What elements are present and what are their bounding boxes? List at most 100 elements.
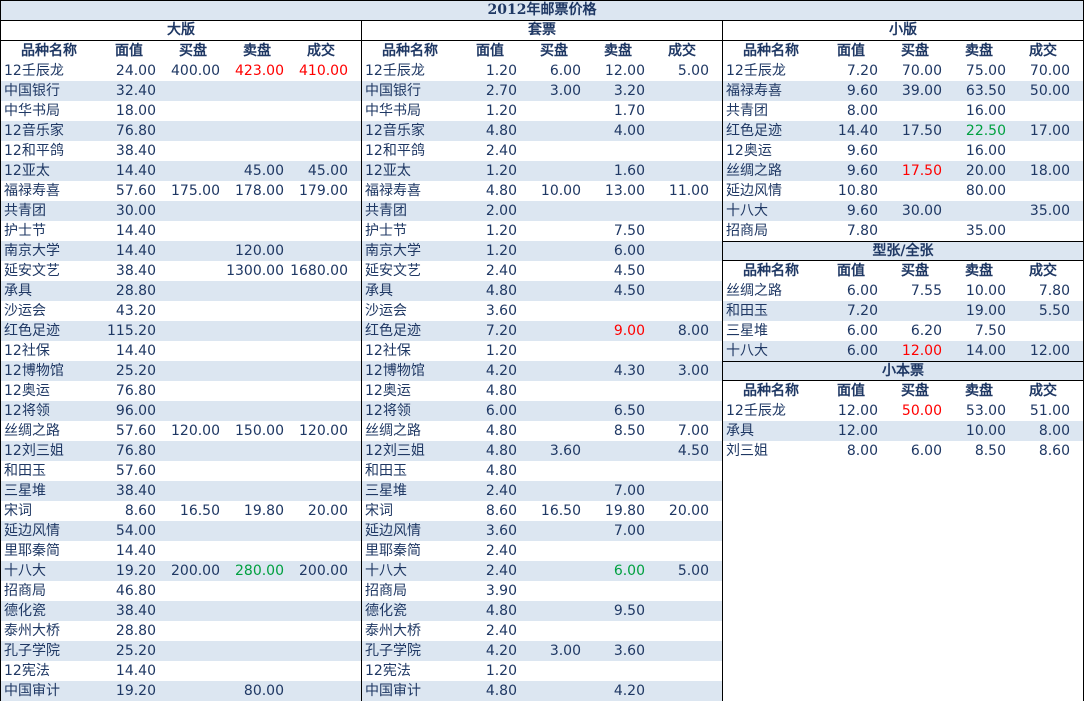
cell-name: 丝绸之路 bbox=[365, 423, 421, 439]
cell-name: 12社保 bbox=[365, 343, 411, 359]
table-row: 承具 4.80 4.50 bbox=[362, 281, 722, 301]
cell-face-value: 14.40 bbox=[115, 663, 156, 679]
cell-bid bbox=[522, 361, 586, 381]
table-row: 护士节 1.20 7.50 bbox=[362, 221, 722, 241]
cell-name: 中国银行 bbox=[365, 83, 421, 99]
cell-deal bbox=[1011, 321, 1075, 341]
cell-name: 福禄寿喜 bbox=[4, 183, 60, 199]
section-title-set-stamps: 套票 bbox=[362, 21, 722, 41]
cell-deal bbox=[289, 281, 353, 301]
table-row: 12壬辰龙 7.20 70.00 75.00 70.00 bbox=[723, 61, 1083, 81]
cell-deal bbox=[289, 121, 353, 141]
cell-ask bbox=[586, 381, 650, 401]
cell-name: 12博物馆 bbox=[365, 363, 425, 379]
cell-ask: 6.00 bbox=[613, 243, 645, 259]
table-row: 红色足迹 7.20 9.00 8.00 bbox=[362, 321, 722, 341]
cell-name: 沙运会 bbox=[4, 303, 46, 319]
cell-ask: 12.00 bbox=[604, 63, 645, 79]
cell-name: 泰州大桥 bbox=[4, 623, 60, 639]
cell-face-value: 14.40 bbox=[115, 243, 156, 259]
cell-face-value: 76.80 bbox=[115, 123, 156, 139]
cell-name: 丝绸之路 bbox=[726, 163, 782, 179]
column-header: 买盘 bbox=[179, 43, 207, 59]
cell-name: 承具 bbox=[365, 283, 393, 299]
cell-ask bbox=[586, 661, 650, 681]
cell-name: 12将领 bbox=[365, 403, 411, 419]
cell-name: 12壬辰龙 bbox=[365, 63, 425, 79]
cell-face-value: 3.90 bbox=[485, 583, 517, 599]
cell-deal: 20.00 bbox=[668, 503, 709, 519]
cell-ask bbox=[225, 441, 289, 461]
cell-bid bbox=[522, 461, 586, 481]
cell-ask: 80.00 bbox=[243, 683, 284, 699]
cell-name: 三星堆 bbox=[726, 323, 768, 339]
cell-deal: 17.00 bbox=[1029, 123, 1070, 139]
table-row: 共青团 2.00 bbox=[362, 201, 722, 221]
cell-bid: 16.50 bbox=[540, 503, 581, 519]
cell-bid bbox=[522, 561, 586, 581]
cell-bid bbox=[161, 321, 225, 341]
table-row: 招商局 3.90 bbox=[362, 581, 722, 601]
cell-bid bbox=[522, 241, 586, 261]
table-row: 丝绸之路 4.80 8.50 7.00 bbox=[362, 421, 722, 441]
cell-ask: 80.00 bbox=[965, 183, 1006, 199]
cell-ask: 16.00 bbox=[965, 143, 1006, 159]
cell-face-value: 2.40 bbox=[485, 263, 517, 279]
cell-name: 招商局 bbox=[365, 583, 407, 599]
cell-bid bbox=[522, 381, 586, 401]
cell-bid bbox=[161, 121, 225, 141]
cell-name: 南京大学 bbox=[4, 243, 60, 259]
table-row: 南京大学 14.40 120.00 bbox=[1, 241, 361, 261]
cell-name: 12宪法 bbox=[4, 663, 50, 679]
cell-name: 福禄寿喜 bbox=[365, 183, 421, 199]
cell-ask bbox=[225, 81, 289, 101]
cell-ask: 53.00 bbox=[965, 403, 1006, 419]
table-row: 中华书局 18.00 bbox=[1, 101, 361, 121]
cell-name: 12博物馆 bbox=[4, 363, 64, 379]
cell-deal bbox=[289, 221, 353, 241]
cell-face-value: 96.00 bbox=[115, 403, 156, 419]
cell-ask: 20.00 bbox=[965, 163, 1006, 179]
cell-bid bbox=[522, 421, 586, 441]
cell-face-value: 1.20 bbox=[485, 63, 517, 79]
column-header: 品种名称 bbox=[743, 263, 799, 279]
cell-face-value: 28.80 bbox=[115, 623, 156, 639]
table-row: 12社保 14.40 bbox=[1, 341, 361, 361]
cell-name: 沙运会 bbox=[365, 303, 407, 319]
cell-bid bbox=[161, 241, 225, 261]
column-header: 成交 bbox=[1029, 383, 1057, 399]
cell-deal bbox=[650, 221, 714, 241]
cell-ask bbox=[225, 541, 289, 561]
cell-bid bbox=[522, 481, 586, 501]
cell-name: 三星堆 bbox=[365, 483, 407, 499]
cell-ask: 178.00 bbox=[235, 183, 284, 199]
cell-deal bbox=[289, 401, 353, 421]
cell-bid: 17.50 bbox=[901, 123, 942, 139]
section-title-booklet: 小本票 bbox=[723, 361, 1083, 381]
cell-name: 中国银行 bbox=[4, 83, 60, 99]
column-header: 品种名称 bbox=[743, 43, 799, 59]
cell-ask: 7.50 bbox=[974, 323, 1006, 339]
cell-face-value: 4.80 bbox=[485, 123, 517, 139]
cell-name: 12将领 bbox=[4, 403, 50, 419]
cell-deal bbox=[289, 641, 353, 661]
cell-name: 南京大学 bbox=[365, 243, 421, 259]
table-row: 红色足迹 115.20 bbox=[1, 321, 361, 341]
column-header: 成交 bbox=[1029, 263, 1057, 279]
cell-ask: 45.00 bbox=[243, 163, 284, 179]
cell-deal bbox=[650, 281, 714, 301]
cell-bid bbox=[161, 621, 225, 641]
table-row: 和田玉 4.80 bbox=[362, 461, 722, 481]
cell-deal bbox=[289, 361, 353, 381]
table-row: 共青团 8.00 16.00 bbox=[723, 101, 1083, 121]
cell-name: 12刘三姐 bbox=[365, 443, 425, 459]
table-row: 沙运会 3.60 bbox=[362, 301, 722, 321]
table-row: 和田玉 7.20 19.00 5.50 bbox=[723, 301, 1083, 321]
cell-deal bbox=[650, 521, 714, 541]
cell-deal: 35.00 bbox=[1029, 203, 1070, 219]
cell-ask: 7.00 bbox=[613, 523, 645, 539]
table-row: 南京大学 1.20 6.00 bbox=[362, 241, 722, 261]
table-row: 中国审计 4.80 4.20 bbox=[362, 681, 722, 701]
table-row: 招商局 7.80 35.00 bbox=[723, 221, 1083, 241]
table-row: 十八大 9.60 30.00 35.00 bbox=[723, 201, 1083, 221]
